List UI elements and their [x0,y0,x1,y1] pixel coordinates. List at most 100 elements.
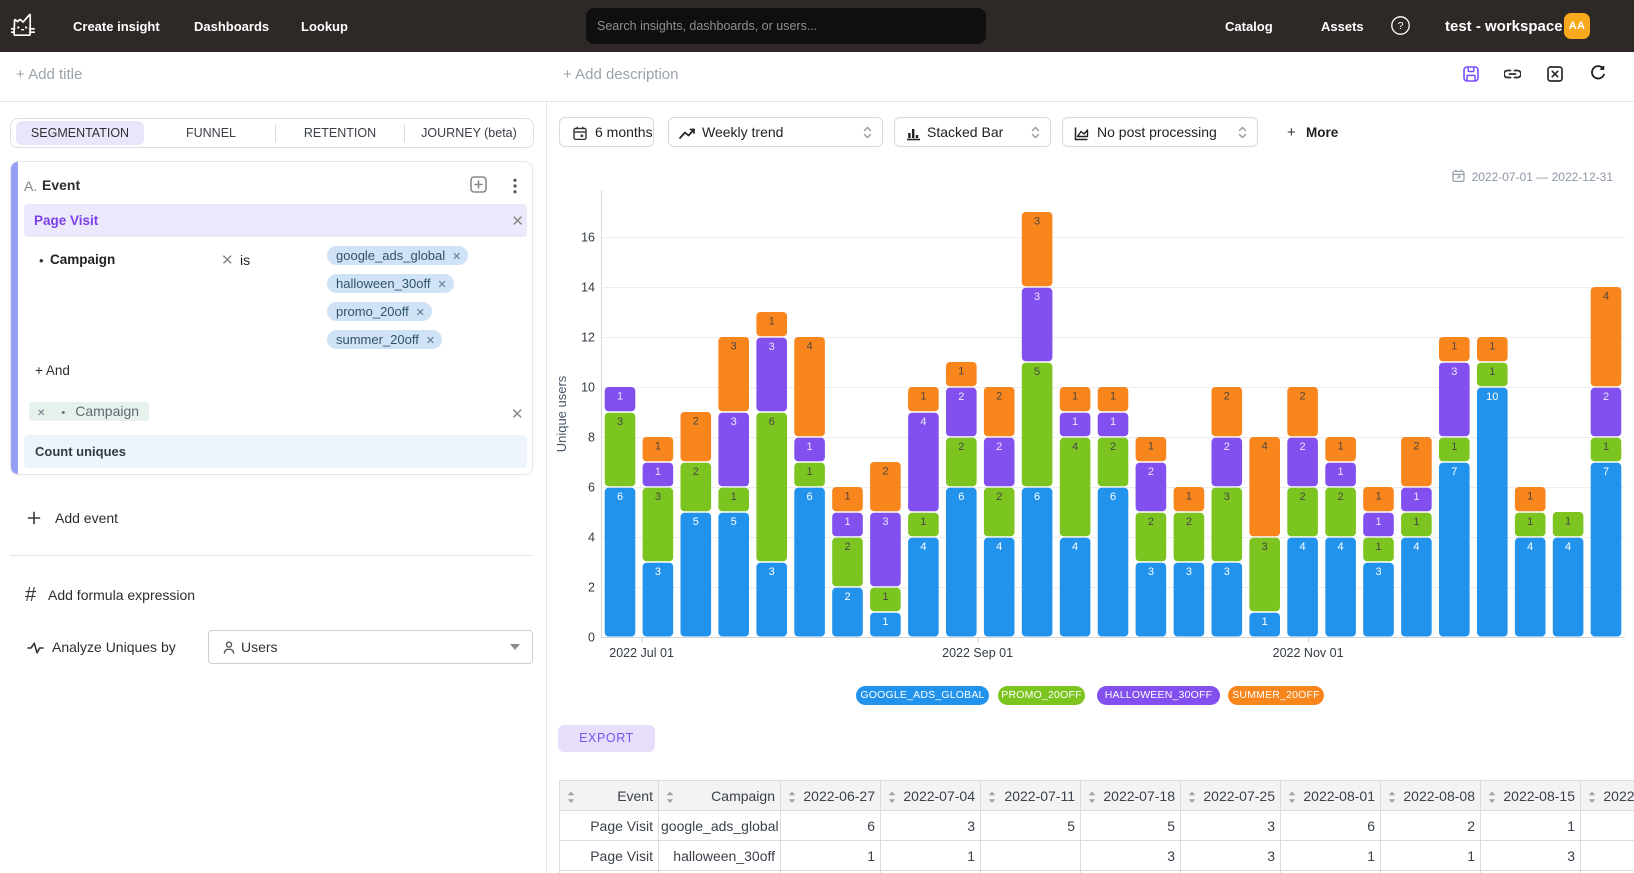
svg-text:2: 2 [996,441,1002,453]
svg-text:1: 1 [617,390,623,402]
svg-text:3: 3 [1375,566,1381,578]
svg-text:12: 12 [581,331,595,345]
svg-text:2022 Nov 01: 2022 Nov 01 [1273,646,1344,660]
svg-text:3: 3 [1186,566,1192,578]
svg-text:1: 1 [1527,490,1533,502]
svg-text:6: 6 [617,491,623,503]
svg-text:3: 3 [731,340,737,352]
svg-text:2: 2 [1338,491,1344,503]
svg-text:4: 4 [1072,441,1078,453]
svg-text:14: 14 [581,281,595,295]
svg-text:1: 1 [1186,490,1192,502]
svg-text:2: 2 [996,390,1002,402]
svg-text:1: 1 [1072,416,1078,428]
svg-text:?: ? [1398,20,1404,32]
svg-text:1: 1 [1565,515,1571,527]
svg-text:4: 4 [920,541,926,553]
svg-text:2: 2 [588,581,595,595]
svg-text:10: 10 [581,381,595,395]
svg-text:4: 4 [1338,541,1344,553]
svg-text:4: 4 [1300,541,1306,553]
svg-text:2: 2 [882,465,888,477]
svg-text:4: 4 [920,416,926,428]
svg-text:3: 3 [1224,491,1230,503]
svg-text:1: 1 [958,365,964,377]
svg-text:1: 1 [1413,516,1419,528]
svg-text:16: 16 [581,231,595,245]
svg-text:3: 3 [1148,566,1154,578]
svg-text:3: 3 [617,416,623,428]
svg-text:2: 2 [1224,390,1230,402]
svg-text:1: 1 [1413,491,1419,503]
svg-text:8: 8 [588,431,595,445]
svg-text:2: 2 [1186,516,1192,528]
svg-text:2: 2 [1300,390,1306,402]
svg-text:6: 6 [1034,491,1040,503]
svg-text:1: 1 [844,516,850,528]
svg-text:7: 7 [1603,466,1609,478]
svg-text:2: 2 [844,541,850,553]
svg-text:2: 2 [1300,441,1306,453]
svg-text:2: 2 [1413,440,1419,452]
svg-text:4: 4 [1262,440,1268,452]
svg-text:1: 1 [807,466,813,478]
svg-text:6: 6 [958,491,964,503]
svg-text:1: 1 [655,440,661,452]
svg-text:2: 2 [1148,466,1154,478]
svg-text:1: 1 [731,491,737,503]
svg-text:2022 Jul 01: 2022 Jul 01 [609,646,674,660]
svg-text:2: 2 [693,415,699,427]
svg-text:4: 4 [588,531,595,545]
svg-text:4: 4 [807,340,813,352]
svg-text:Unique users: Unique users [554,375,569,452]
svg-text:2: 2 [1224,441,1230,453]
svg-text:1: 1 [1338,466,1344,478]
svg-text:7: 7 [1451,466,1457,478]
svg-text:1: 1 [1451,441,1457,453]
svg-text:2: 2 [958,441,964,453]
svg-text:1: 1 [769,315,775,327]
svg-text:1: 1 [1110,416,1116,428]
svg-text:6: 6 [769,416,775,428]
svg-text:2: 2 [1110,441,1116,453]
svg-text:6: 6 [807,491,813,503]
svg-text:3: 3 [731,416,737,428]
svg-text:6: 6 [588,481,595,495]
svg-text:0: 0 [588,631,595,645]
svg-text:1: 1 [1338,440,1344,452]
svg-text:4: 4 [1413,541,1419,553]
svg-text:2: 2 [1148,516,1154,528]
svg-text:2: 2 [844,591,850,603]
svg-text:3: 3 [769,341,775,353]
svg-text:3: 3 [1262,541,1268,553]
svg-text:1: 1 [1375,516,1381,528]
svg-text:1: 1 [920,390,926,402]
svg-text:1: 1 [1072,390,1078,402]
svg-text:5: 5 [693,516,699,528]
svg-text:3: 3 [655,491,661,503]
svg-text:1: 1 [1451,340,1457,352]
svg-text:1: 1 [1375,490,1381,502]
svg-text:1: 1 [655,466,661,478]
svg-text:3: 3 [769,566,775,578]
svg-text:1: 1 [882,591,888,603]
svg-text:4: 4 [1565,541,1571,553]
svg-text:1: 1 [920,516,926,528]
svg-text:5: 5 [1034,366,1040,378]
svg-text:2: 2 [996,491,1002,503]
svg-text:4: 4 [996,541,1002,553]
svg-text:3: 3 [1034,291,1040,303]
svg-text:10: 10 [1486,391,1498,403]
svg-text:3: 3 [1224,566,1230,578]
svg-text:3: 3 [1034,215,1040,227]
svg-text:3: 3 [655,566,661,578]
svg-text:1: 1 [1489,340,1495,352]
svg-text:1: 1 [1489,366,1495,378]
svg-text:2: 2 [958,391,964,403]
svg-text:4: 4 [1603,290,1609,302]
svg-text:1: 1 [844,490,850,502]
svg-text:1: 1 [1375,541,1381,553]
svg-text:1: 1 [1110,390,1116,402]
svg-text:1: 1 [807,441,813,453]
svg-text:1: 1 [1148,440,1154,452]
